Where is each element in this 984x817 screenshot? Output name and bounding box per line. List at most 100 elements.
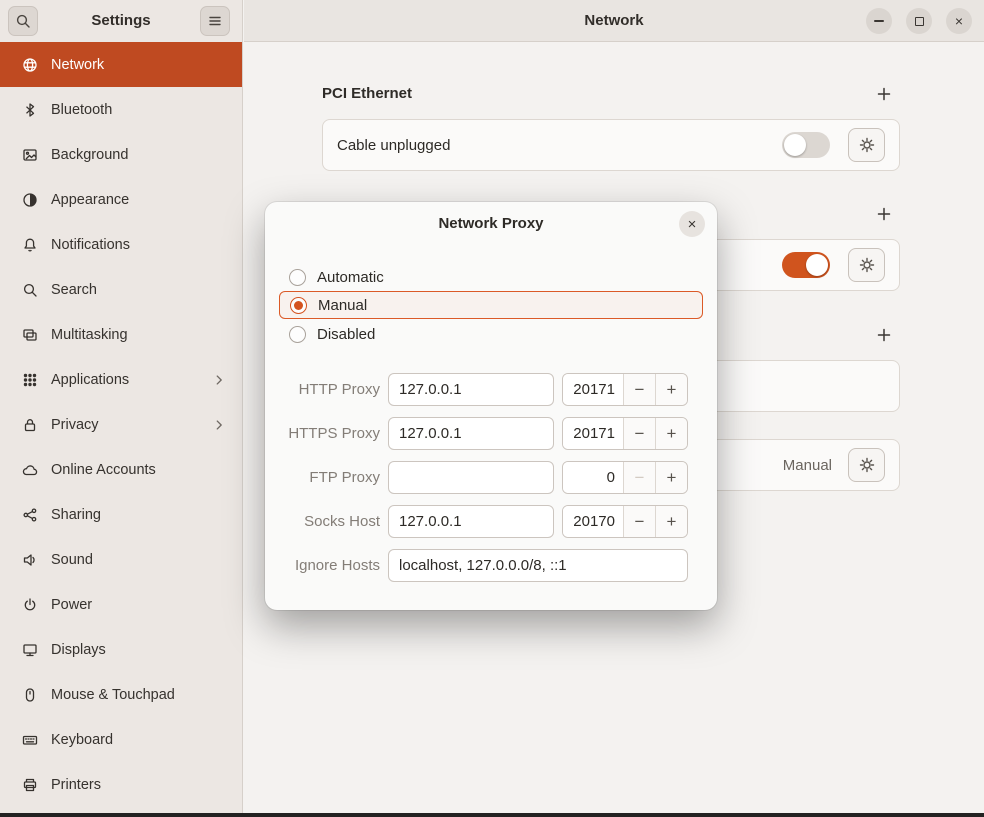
- sidebar-item-notifications[interactable]: Notifications: [0, 222, 242, 267]
- proxy-mode-value: Manual: [783, 457, 832, 474]
- sidebar-item-displays[interactable]: Displays: [0, 627, 242, 672]
- network-proxy-dialog: Network Proxy × Automatic Manual Disable…: [265, 202, 717, 610]
- plus-icon: [876, 206, 892, 222]
- sidebar-item-label: Notifications: [51, 237, 242, 253]
- keyboard-icon: [22, 732, 38, 748]
- radio-row-manual[interactable]: Manual: [279, 291, 703, 319]
- socks-port-input[interactable]: [563, 506, 623, 537]
- radio-row-automatic[interactable]: Automatic: [279, 263, 703, 291]
- multitasking-icon: [22, 327, 38, 343]
- ethernet-card: Cable unplugged: [322, 119, 900, 171]
- maximize-icon: [915, 17, 924, 26]
- add-connection-button[interactable]: [872, 82, 896, 106]
- socks-host-label: Socks Host: [265, 513, 380, 530]
- connection-toggle[interactable]: [782, 132, 830, 158]
- socks-host-row: Socks Host − +: [265, 504, 717, 538]
- increment-button[interactable]: +: [655, 506, 687, 537]
- mouse-touchpad-icon: [22, 687, 38, 703]
- sidebar-item-search[interactable]: Search: [0, 267, 242, 312]
- socks-host-input[interactable]: [388, 505, 554, 538]
- ignore-hosts-input[interactable]: [388, 549, 688, 582]
- sidebar-item-sharing[interactable]: Sharing: [0, 492, 242, 537]
- gear-icon: [859, 137, 875, 153]
- sidebar-item-appearance[interactable]: Appearance: [0, 177, 242, 222]
- add-vpn-button[interactable]: [872, 323, 896, 347]
- connection-settings-button[interactable]: [848, 128, 885, 162]
- dialog-close-button[interactable]: ×: [679, 211, 705, 237]
- ftp-proxy-host-input[interactable]: [388, 461, 554, 494]
- decrement-button[interactable]: −: [623, 374, 655, 405]
- radio-label: Manual: [318, 297, 367, 314]
- settings-window: Settings Network Bluetooth Background: [0, 0, 984, 817]
- network-icon: [22, 57, 38, 73]
- sidebar-item-label: Online Accounts: [51, 462, 242, 478]
- chevron-right-icon: [212, 373, 226, 387]
- sidebar-item-multitasking[interactable]: Multitasking: [0, 312, 242, 357]
- ftp-proxy-row: FTP Proxy − +: [265, 460, 717, 494]
- cloud-icon: [22, 462, 38, 478]
- close-button[interactable]: ×: [946, 8, 972, 34]
- hamburger-icon: [207, 13, 223, 29]
- applications-icon: [22, 372, 38, 388]
- http-proxy-port-input[interactable]: [563, 374, 623, 405]
- plus-icon: [876, 327, 892, 343]
- http-proxy-host-input[interactable]: [388, 373, 554, 406]
- sidebar-item-privacy[interactable]: Privacy: [0, 402, 242, 447]
- sidebar-item-sound[interactable]: Sound: [0, 537, 242, 582]
- maximize-button[interactable]: [906, 8, 932, 34]
- sidebar-item-label: Applications: [51, 372, 199, 388]
- ftp-proxy-port-input[interactable]: [563, 462, 623, 493]
- sidebar-item-label: Background: [51, 147, 242, 163]
- sidebar-item-label: Displays: [51, 642, 242, 658]
- sidebar-item-background[interactable]: Background: [0, 132, 242, 177]
- https-proxy-host-input[interactable]: [388, 417, 554, 450]
- sidebar-item-label: Sharing: [51, 507, 242, 523]
- sidebar-item-label: Printers: [51, 777, 242, 793]
- sidebar-item-label: Multitasking: [51, 327, 242, 343]
- screen-edge: [0, 813, 984, 817]
- sidebar-item-power[interactable]: Power: [0, 582, 242, 627]
- sidebar-item-applications[interactable]: Applications: [0, 357, 242, 402]
- decrement-button[interactable]: −: [623, 506, 655, 537]
- decrement-button[interactable]: −: [623, 462, 655, 493]
- radio-label: Disabled: [317, 326, 375, 343]
- minimize-button[interactable]: [866, 8, 892, 34]
- decrement-button[interactable]: −: [623, 418, 655, 449]
- sidebar-item-mouse-touchpad[interactable]: Mouse & Touchpad: [0, 672, 242, 717]
- main-headerbar: Network ×: [244, 0, 984, 42]
- sidebar-item-label: Bluetooth: [51, 102, 242, 118]
- radio-label: Automatic: [317, 269, 384, 286]
- toggle-knob: [784, 134, 806, 156]
- proxy-settings-button[interactable]: [848, 448, 885, 482]
- sidebar-item-keyboard[interactable]: Keyboard: [0, 717, 242, 762]
- sidebar-item-network[interactable]: Network: [0, 42, 242, 87]
- connection-settings-button[interactable]: [848, 248, 885, 282]
- increment-button[interactable]: +: [655, 418, 687, 449]
- printers-icon: [22, 777, 38, 793]
- ignore-hosts-label: Ignore Hosts: [265, 557, 380, 574]
- https-proxy-port-input[interactable]: [563, 418, 623, 449]
- sidebar-item-bluetooth[interactable]: Bluetooth: [0, 87, 242, 132]
- http-proxy-label: HTTP Proxy: [265, 381, 380, 398]
- sidebar-item-printers[interactable]: Printers: [0, 762, 242, 807]
- add-connection-button[interactable]: [872, 202, 896, 226]
- sidebar: Settings Network Bluetooth Background: [0, 0, 243, 813]
- connection-toggle[interactable]: [782, 252, 830, 278]
- sidebar-item-label: Network: [51, 57, 242, 73]
- radio-manual[interactable]: [290, 297, 307, 314]
- sidebar-item-label: Mouse & Touchpad: [51, 687, 242, 703]
- sidebar-item-label: Search: [51, 282, 242, 298]
- menu-button[interactable]: [200, 6, 230, 36]
- increment-button[interactable]: +: [655, 462, 687, 493]
- ignore-hosts-row: Ignore Hosts: [265, 548, 717, 582]
- sidebar-item-online-accounts[interactable]: Online Accounts: [0, 447, 242, 492]
- gear-icon: [859, 457, 875, 473]
- radio-row-disabled[interactable]: Disabled: [279, 320, 703, 348]
- https-proxy-label: HTTPS Proxy: [265, 425, 380, 442]
- connection-status-label: Cable unplugged: [337, 137, 782, 154]
- increment-button[interactable]: +: [655, 374, 687, 405]
- plus-icon: [876, 86, 892, 102]
- radio-disabled[interactable]: [289, 326, 306, 343]
- radio-automatic[interactable]: [289, 269, 306, 286]
- ftp-proxy-port-spinner: − +: [562, 461, 688, 494]
